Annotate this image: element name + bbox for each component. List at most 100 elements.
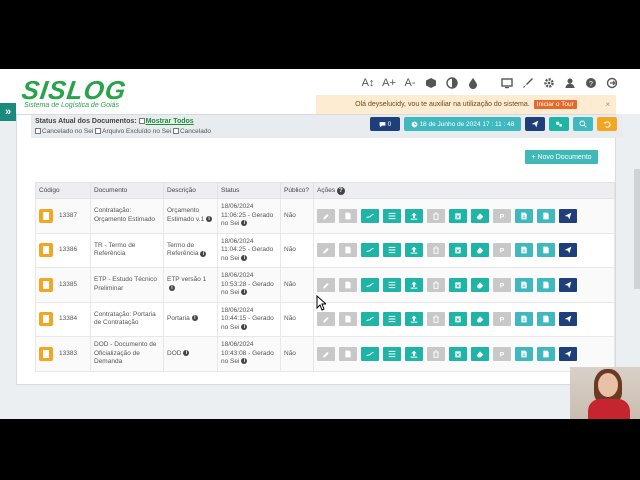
eraser-button[interactable] (471, 312, 489, 327)
list-button[interactable] (383, 243, 401, 258)
send-button[interactable] (559, 312, 577, 327)
signature-button[interactable] (361, 208, 379, 223)
cancelado-checkbox[interactable] (172, 128, 179, 135)
undo-button[interactable] (597, 117, 617, 131)
close-icon[interactable]: × (605, 100, 610, 109)
scrollbar[interactable] (634, 169, 640, 289)
contrast-icon[interactable] (444, 75, 460, 91)
trash-button[interactable] (427, 208, 445, 223)
document-button[interactable] (339, 346, 357, 361)
cancelado-sei-checkbox[interactable] (35, 128, 41, 135)
drop-icon[interactable] (465, 75, 481, 91)
edit-button[interactable] (317, 243, 335, 258)
edit-button[interactable] (317, 312, 335, 327)
list-button[interactable] (383, 277, 401, 292)
settings-button[interactable] (549, 117, 569, 131)
comments-button[interactable]: 0 (370, 117, 400, 131)
p-button[interactable]: P (493, 277, 511, 292)
info-icon[interactable]: i (191, 315, 198, 322)
logout-icon[interactable] (604, 75, 620, 91)
monitor-icon[interactable] (499, 75, 515, 91)
p-button[interactable]: P (493, 208, 511, 223)
send-button[interactable] (559, 243, 577, 258)
document-button[interactable] (339, 208, 357, 223)
info-icon[interactable]: i (241, 220, 248, 227)
file-icon[interactable] (39, 208, 53, 223)
info-icon[interactable]: i (241, 289, 248, 296)
font-increase-icon[interactable]: A+ (381, 75, 397, 91)
archive-delete-button[interactable] (449, 208, 467, 223)
signature-button[interactable] (361, 312, 379, 327)
archive-delete-button[interactable] (449, 346, 467, 361)
file-icon[interactable] (39, 277, 53, 292)
user-icon[interactable] (562, 75, 578, 91)
edit-button[interactable] (317, 277, 335, 292)
start-tour-button[interactable]: Iniciar o Tour (533, 100, 577, 109)
help-icon[interactable]: ? (583, 75, 599, 91)
eraser-button[interactable] (471, 346, 489, 361)
show-all-checkbox[interactable] (138, 118, 145, 125)
eraser-button[interactable] (471, 277, 489, 292)
eraser-button[interactable] (471, 243, 489, 258)
info-icon[interactable]: i (200, 250, 207, 257)
show-all-link[interactable]: Mostrar Todos (146, 118, 194, 125)
document-button[interactable] (339, 277, 357, 292)
p-button[interactable]: P (493, 346, 511, 361)
help-icon[interactable]: ? (336, 186, 345, 195)
file-button[interactable] (537, 346, 555, 361)
pdf-button[interactable] (515, 277, 533, 292)
new-document-button[interactable]: + Novo Documento (525, 150, 598, 164)
trash-button[interactable] (427, 277, 445, 292)
send-button[interactable] (525, 117, 545, 131)
p-button[interactable]: P (493, 243, 511, 258)
sidebar-toggle-button[interactable]: » (0, 103, 16, 121)
info-icon[interactable]: i (241, 323, 248, 330)
gear-icon[interactable] (541, 75, 557, 91)
document-button[interactable] (339, 312, 357, 327)
archive-delete-button[interactable] (449, 243, 467, 258)
upload-button[interactable] (405, 346, 423, 361)
cube-icon[interactable] (423, 75, 439, 91)
upload-button[interactable] (405, 312, 423, 327)
info-icon[interactable]: i (169, 285, 175, 292)
send-button[interactable] (559, 277, 577, 292)
signature-button[interactable] (361, 277, 379, 292)
p-button[interactable]: P (493, 312, 511, 327)
file-button[interactable] (537, 243, 555, 258)
send-button[interactable] (559, 346, 577, 361)
list-button[interactable] (383, 312, 401, 327)
font-size-reset-icon[interactable]: A↕ (360, 75, 376, 91)
search-button[interactable] (573, 117, 593, 131)
signature-button[interactable] (361, 243, 379, 258)
archive-delete-button[interactable] (449, 312, 467, 327)
pdf-button[interactable] (515, 346, 533, 361)
info-icon[interactable]: i (241, 254, 248, 261)
arquivo-excluido-checkbox[interactable] (95, 128, 102, 135)
upload-button[interactable] (405, 208, 423, 223)
eraser-button[interactable] (471, 208, 489, 223)
pdf-button[interactable] (515, 243, 533, 258)
pdf-button[interactable] (515, 312, 533, 327)
file-button[interactable] (537, 312, 555, 327)
send-button[interactable] (559, 208, 577, 223)
signature-button[interactable] (361, 346, 379, 361)
upload-button[interactable] (405, 277, 423, 292)
document-button[interactable] (339, 243, 357, 258)
file-icon[interactable] (39, 346, 53, 361)
list-button[interactable] (383, 208, 401, 223)
file-icon[interactable] (39, 312, 53, 327)
pdf-button[interactable] (515, 208, 533, 223)
archive-delete-button[interactable] (449, 277, 467, 292)
trash-button[interactable] (427, 243, 445, 258)
info-icon[interactable]: i (241, 358, 248, 365)
info-icon[interactable]: i (183, 349, 190, 356)
font-decrease-icon[interactable]: A- (402, 75, 418, 91)
file-icon[interactable] (39, 243, 53, 258)
upload-button[interactable] (405, 243, 423, 258)
list-button[interactable] (383, 346, 401, 361)
trash-button[interactable] (427, 312, 445, 327)
edit-button[interactable] (317, 346, 335, 361)
info-icon[interactable]: i (206, 216, 213, 223)
trash-button[interactable] (427, 346, 445, 361)
brush-icon[interactable] (520, 75, 536, 91)
